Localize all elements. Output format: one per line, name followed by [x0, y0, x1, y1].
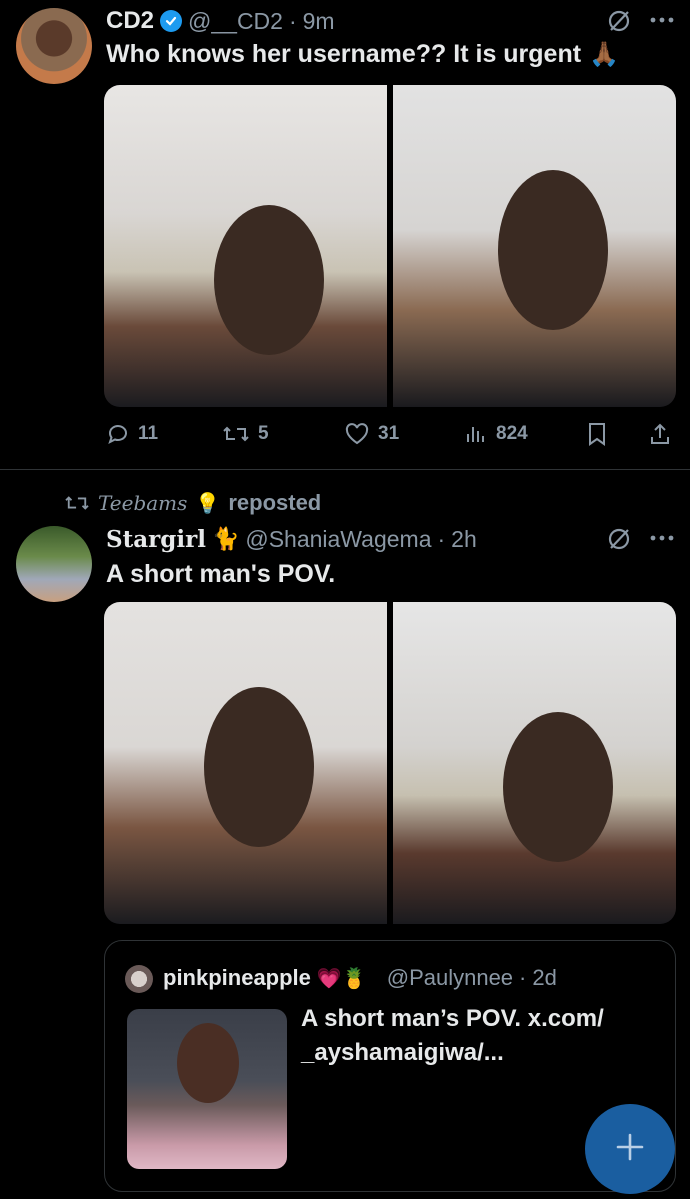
handle[interactable]: @__CD2 — [188, 8, 283, 35]
reply-count: 11 — [138, 423, 159, 444]
quoted-thumbnail[interactable] — [127, 1009, 287, 1169]
compose-fab-button[interactable] — [585, 1104, 675, 1194]
bulb-emoji: 💡 — [195, 492, 221, 515]
reposted-label: reposted — [228, 490, 322, 515]
tweet-text: A short man's POV. — [106, 560, 336, 588]
pray-emoji: 🙏🏾 — [589, 41, 619, 68]
quoted-text-line1: A short man’s POV. x.com/ — [301, 1005, 604, 1032]
tweet-media[interactable] — [104, 85, 676, 407]
more-icon[interactable] — [648, 10, 676, 30]
grok-icon[interactable] — [606, 526, 632, 552]
like-button[interactable]: 31 — [344, 422, 399, 446]
repost-indicator[interactable]: Teebams 💡 reposted — [64, 488, 321, 518]
repost-icon — [223, 426, 249, 442]
dot-separator: · — [519, 965, 527, 990]
quoted-header: pinkpineapple 💗🍍 @Paulynnee · 2d — [163, 961, 557, 995]
more-icon[interactable] — [648, 528, 676, 548]
tweet-header: CD2 @__CD2 · 9m — [106, 4, 335, 38]
verified-badge-icon — [160, 10, 183, 32]
grok-icon[interactable] — [606, 8, 632, 34]
tweet-text-row: Who knows her username?? It is urgent 🙏🏾 — [106, 40, 619, 69]
photo-2[interactable] — [393, 602, 676, 924]
repost-button[interactable]: 5 — [222, 422, 269, 446]
plus-icon — [613, 1130, 647, 1169]
reposter-name[interactable]: Teebams — [98, 491, 187, 515]
tweet-text: Who knows her username?? It is urgent — [106, 40, 582, 68]
avatar-stargirl[interactable] — [16, 526, 92, 602]
views-count: 824 — [496, 423, 528, 444]
bookmark-icon[interactable] — [586, 422, 608, 451]
tweet-media[interactable] — [104, 602, 676, 924]
photo-2[interactable] — [393, 85, 676, 407]
heart-icon — [345, 423, 369, 445]
display-name[interactable]: Stargirl — [106, 526, 206, 553]
like-count: 31 — [378, 423, 400, 444]
reply-icon — [108, 425, 127, 444]
quoted-handle[interactable]: @Paulynnee — [387, 965, 513, 991]
share-icon[interactable] — [648, 422, 672, 451]
dot-separator: · — [288, 7, 297, 34]
repost-count: 5 — [258, 423, 269, 444]
photo-1[interactable] — [104, 602, 387, 924]
tweet-header: Stargirl 🐈 @ShaniaWagema · 2h — [106, 522, 477, 556]
quoted-timestamp[interactable]: 2d — [532, 965, 556, 991]
cat-emoji: 🐈 — [211, 526, 240, 551]
quoted-avatar[interactable] — [125, 965, 153, 993]
handle[interactable]: @ShaniaWagema — [245, 526, 431, 553]
tweet-divider — [0, 469, 690, 470]
views-button[interactable]: 824 — [464, 422, 528, 446]
views-icon — [467, 427, 484, 442]
action-bar: 11 5 31 824 — [106, 422, 672, 448]
quoted-display-name[interactable]: pinkpineapple — [163, 965, 311, 991]
dot-separator: · — [437, 525, 446, 552]
repost-indicator-icon — [65, 496, 89, 510]
timestamp[interactable]: 9m — [303, 8, 335, 35]
photo-1[interactable] — [104, 85, 387, 407]
quoted-text-line2[interactable]: _ayshamaigiwa/... — [301, 1039, 504, 1067]
timestamp[interactable]: 2h — [451, 526, 477, 553]
reply-button[interactable]: 11 — [106, 422, 158, 446]
heart-pineapple-emoji: 💗🍍 — [316, 967, 367, 990]
avatar-cd2[interactable] — [16, 8, 92, 84]
display-name[interactable]: CD2 — [106, 7, 154, 35]
